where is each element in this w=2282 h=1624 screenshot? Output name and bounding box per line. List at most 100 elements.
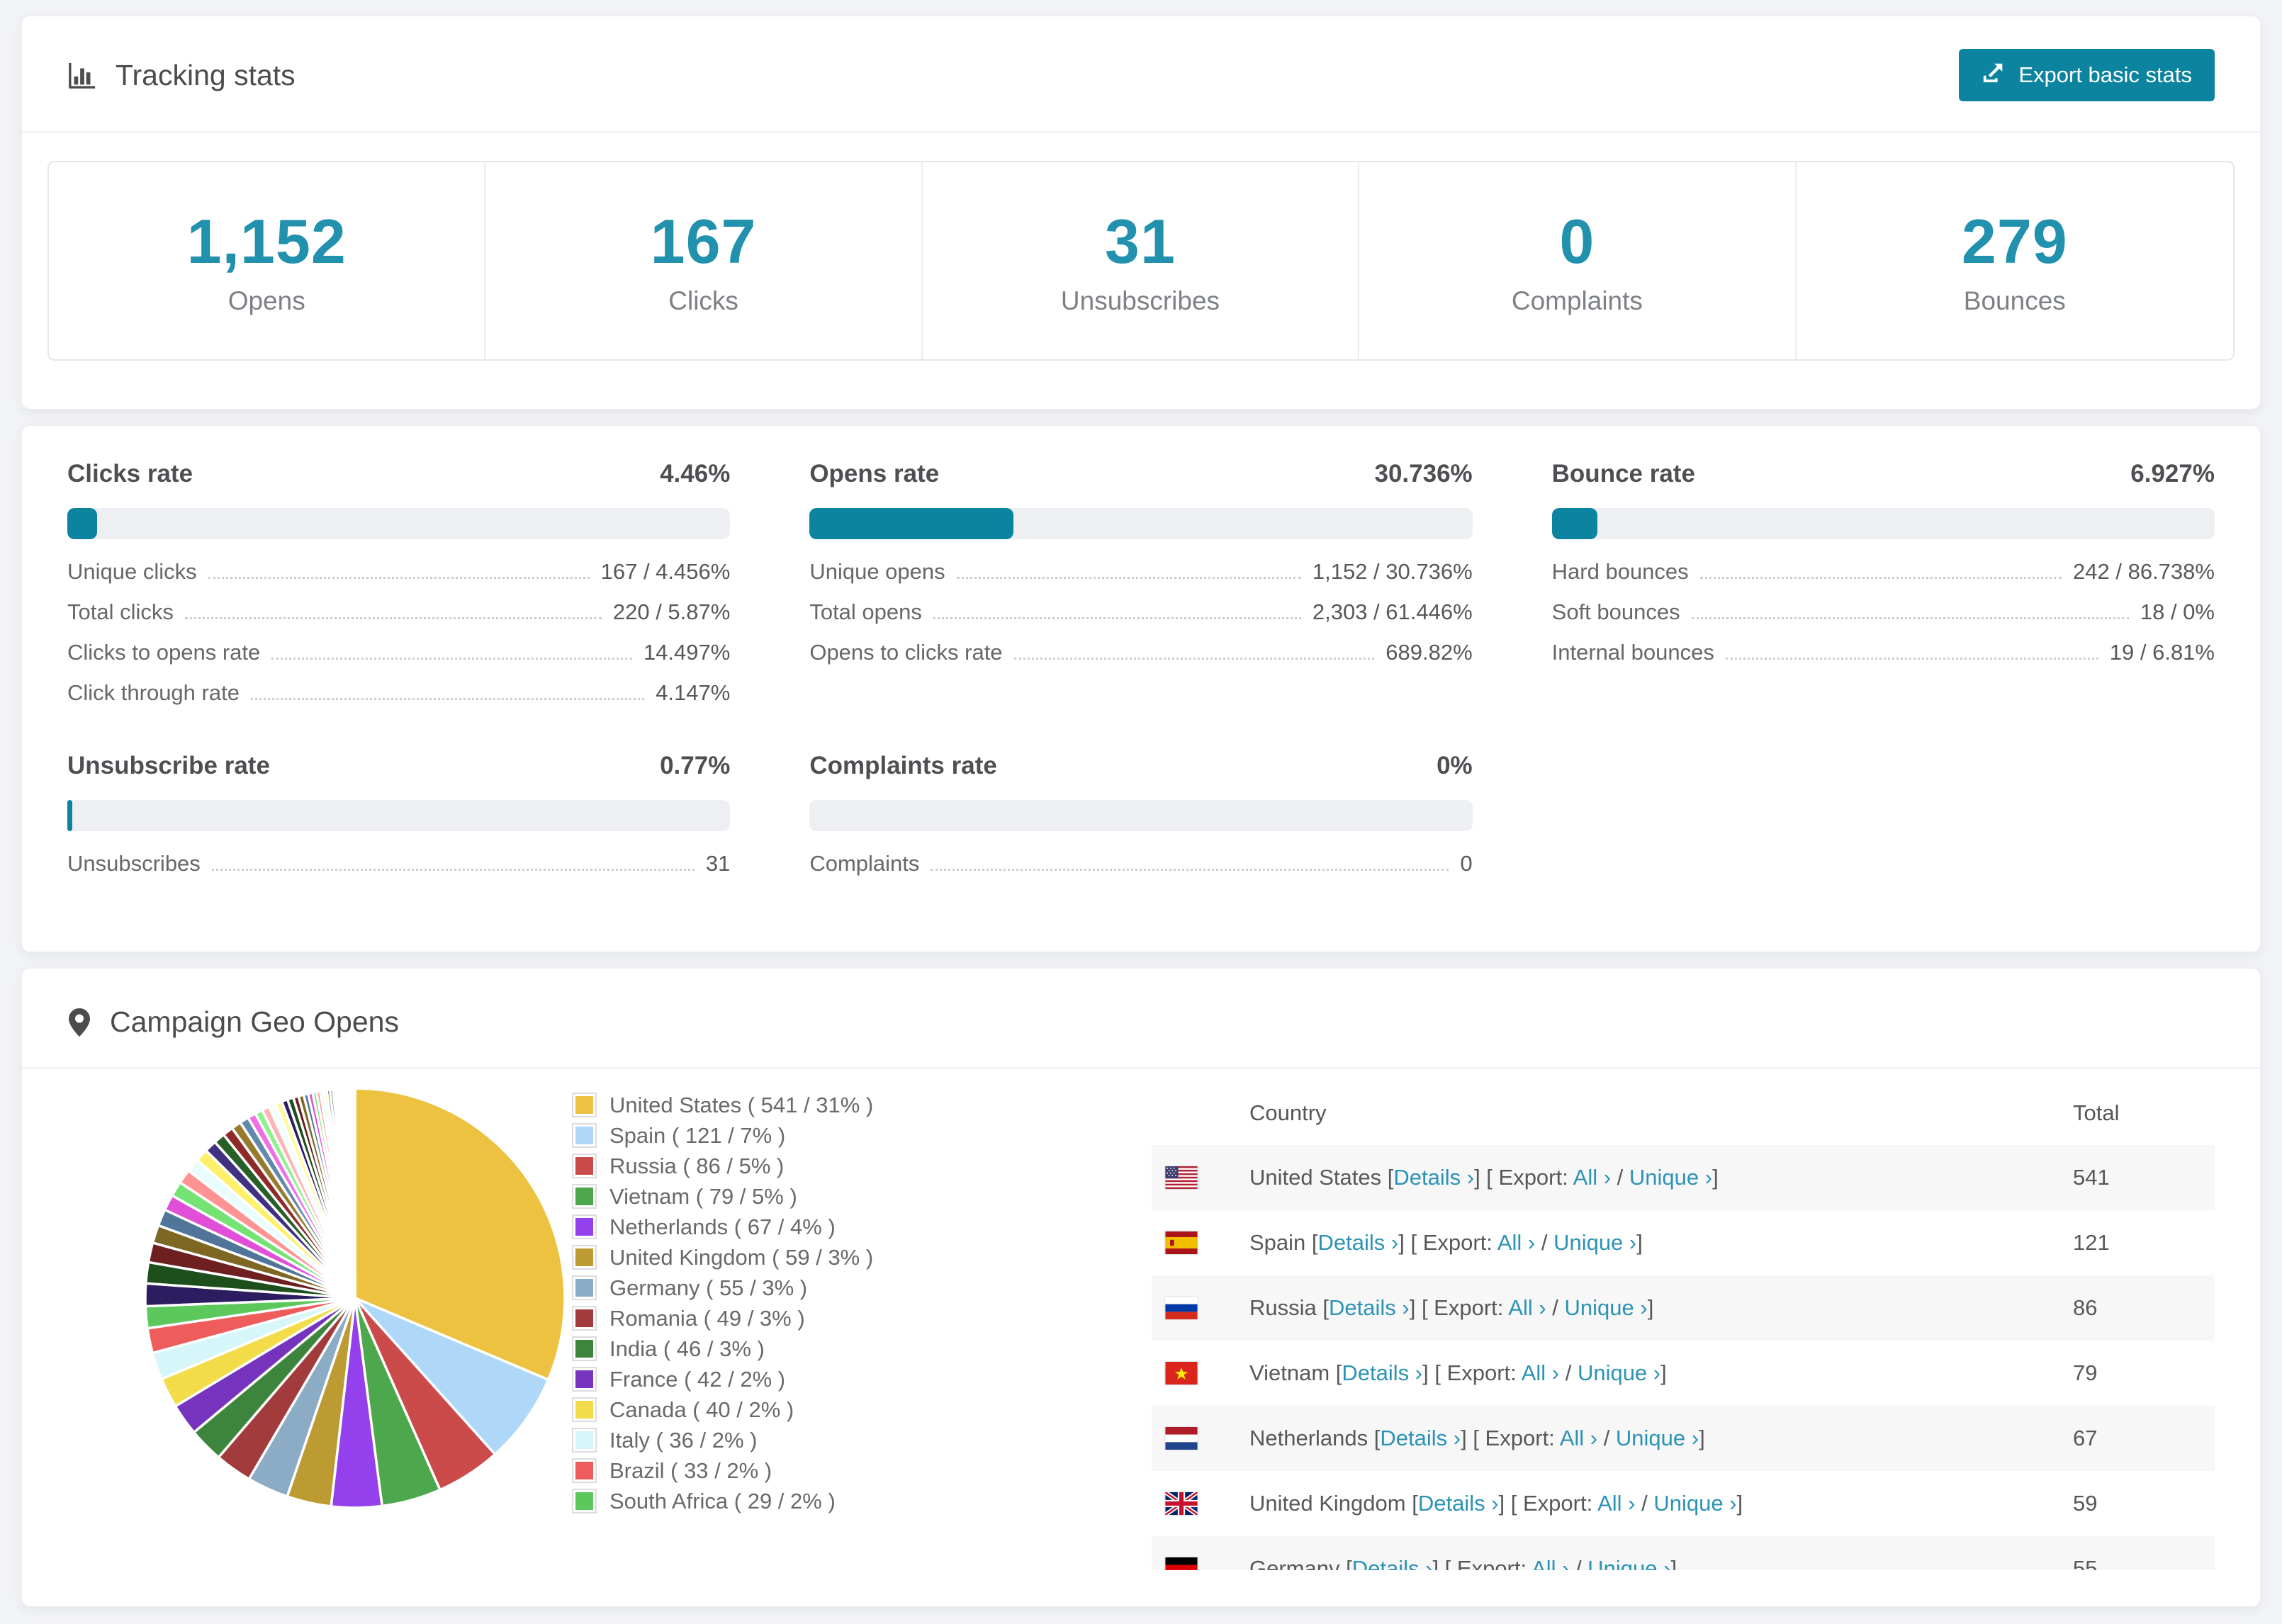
legend-swatch <box>572 1428 597 1453</box>
map-pin-icon <box>67 1007 91 1038</box>
legend-item: Romania ( 49 / 3% ) <box>572 1303 969 1333</box>
country-name: Vietnam <box>1249 1360 1330 1385</box>
details-link[interactable]: Details › <box>1342 1360 1422 1385</box>
legend-label: Canada ( 40 / 2% ) <box>609 1397 794 1422</box>
rate-metric-row: Total opens 2,303 / 61.446% <box>809 599 1472 640</box>
rate-metric-label: Hard bounces <box>1551 559 1689 584</box>
legend-item: Vietnam ( 79 / 5% ) <box>572 1181 969 1212</box>
geo-table-header-row: Country Total <box>1152 1081 2215 1145</box>
rate-block: Unsubscribe rate 0.77% Unsubscribes 31 <box>67 752 731 891</box>
details-link[interactable]: Details › <box>1380 1426 1461 1450</box>
rate-metric-row: Clicks to opens rate 14.497% <box>67 640 730 680</box>
country-cell: Netherlands [Details ›] [ Export: All › … <box>1249 1426 1705 1450</box>
rate-metric-row: Unique clicks 167 / 4.456% <box>67 559 730 599</box>
legend-item: United Kingdom ( 59 / 3% ) <box>572 1242 969 1273</box>
legend-label: Spain ( 121 / 7% ) <box>609 1122 786 1148</box>
export-unique-link[interactable]: Unique › <box>1578 1360 1660 1385</box>
country-flag-icon <box>1164 1166 1249 1190</box>
stat-label: Complaints <box>1511 286 1643 315</box>
stat-value: 279 <box>1961 206 2068 276</box>
rate-progress-track <box>67 508 731 539</box>
legend-swatch <box>572 1154 597 1178</box>
geo-table-row: Germany [Details ›] [ Export: All › / Un… <box>1152 1536 2215 1570</box>
legend-item: South Africa ( 29 / 2% ) <box>572 1486 969 1516</box>
dotted-leader <box>1013 658 1375 660</box>
legend-label: Italy ( 36 / 2% ) <box>609 1427 758 1453</box>
legend-label: Germany ( 55 / 3% ) <box>609 1275 808 1300</box>
dotted-leader <box>1725 658 2098 660</box>
rate-metric-label: Complaints <box>809 851 920 876</box>
country-name: Netherlands <box>1249 1426 1368 1450</box>
export-all-link[interactable]: All › <box>1573 1165 1611 1190</box>
country-total: 55 <box>2073 1556 2098 1570</box>
legend-swatch <box>572 1275 597 1300</box>
export-unique-link[interactable]: Unique › <box>1587 1556 1670 1570</box>
export-all-link[interactable]: All › <box>1508 1295 1546 1320</box>
tracking-stats-title-text: Tracking stats <box>116 58 296 91</box>
export-unique-link[interactable]: Unique › <box>1653 1491 1736 1516</box>
legend-swatch <box>572 1367 597 1392</box>
details-link[interactable]: Details › <box>1393 1165 1474 1190</box>
export-all-link[interactable]: All › <box>1560 1426 1597 1450</box>
export-all-link[interactable]: All › <box>1522 1360 1559 1385</box>
export-unique-link[interactable]: Unique › <box>1629 1165 1712 1190</box>
stat-cell: 279 Bounces <box>1797 162 2233 359</box>
rate-metric-label: Soft bounces <box>1551 599 1680 624</box>
geo-pie-chart <box>67 1081 572 1518</box>
legend-swatch <box>572 1306 597 1331</box>
geo-title-text: Campaign Geo Opens <box>110 1005 399 1038</box>
country-flag-icon <box>1164 1492 1249 1516</box>
details-link[interactable]: Details › <box>1318 1230 1399 1255</box>
rate-progress-track <box>1551 508 2215 539</box>
rate-metric-value: 0 <box>1460 851 1473 876</box>
country-cell: United Kingdom [Details ›] [ Export: All… <box>1249 1491 1743 1516</box>
rate-metric-value: 18 / 0% <box>2140 599 2215 624</box>
geo-header: Campaign Geo Opens <box>22 969 2260 1067</box>
country-cell: Spain [Details ›] [ Export: All › / Uniq… <box>1249 1230 1643 1255</box>
export-icon <box>1982 60 2006 90</box>
geo-table-row: Russia [Details ›] [ Export: All › / Uni… <box>1152 1275 2215 1341</box>
country-name: United Kingdom <box>1249 1491 1406 1516</box>
export-unique-link[interactable]: Unique › <box>1616 1426 1699 1450</box>
export-unique-link[interactable]: Unique › <box>1553 1230 1636 1255</box>
rate-value: 0.77% <box>660 752 731 779</box>
country-cell: Russia [Details ›] [ Export: All › / Uni… <box>1249 1295 1654 1320</box>
rate-metric-label: Internal bounces <box>1551 640 1714 665</box>
geo-table-row: Spain [Details ›] [ Export: All › / Uniq… <box>1152 1210 2215 1275</box>
export-all-link[interactable]: All › <box>1531 1556 1569 1570</box>
legend-label: United States ( 541 / 31% ) <box>609 1092 874 1117</box>
rate-metric-row: Unsubscribes 31 <box>67 851 730 891</box>
export-button-label: Export basic stats <box>2018 62 2192 87</box>
stat-label: Opens <box>227 286 305 315</box>
export-basic-stats-button[interactable]: Export basic stats <box>1959 49 2215 101</box>
rate-metric-row: Internal bounces 19 / 6.81% <box>1552 640 2215 680</box>
legend-item: Italy ( 36 / 2% ) <box>572 1425 969 1455</box>
export-all-link[interactable]: All › <box>1597 1491 1635 1516</box>
rate-metric-value: 220 / 5.87% <box>612 599 731 624</box>
rate-metric-row: Hard bounces 242 / 86.738% <box>1552 559 2215 599</box>
details-link[interactable]: Details › <box>1352 1556 1433 1570</box>
rate-metric-value: 2,303 / 61.446% <box>1312 599 1473 624</box>
legend-label: Russia ( 86 / 5% ) <box>609 1153 785 1178</box>
tracking-stats-title: Tracking stats <box>67 59 296 92</box>
rate-progress-track <box>67 800 731 831</box>
geo-table-total-header: Total <box>2073 1100 2120 1125</box>
details-link[interactable]: Details › <box>1329 1295 1410 1320</box>
stat-value: 1,152 <box>186 206 347 276</box>
country-name: United States <box>1249 1165 1382 1190</box>
export-all-link[interactable]: All › <box>1497 1230 1535 1255</box>
export-unique-link[interactable]: Unique › <box>1565 1295 1648 1320</box>
country-name: Germany <box>1249 1556 1340 1570</box>
country-total: 541 <box>2073 1165 2110 1190</box>
legend-swatch <box>572 1245 597 1270</box>
rate-metric-label: Total opens <box>809 599 922 624</box>
legend-item: France ( 42 / 2% ) <box>572 1364 969 1394</box>
rate-metric-label: Clicks to opens rate <box>67 640 261 665</box>
details-link[interactable]: Details › <box>1418 1491 1499 1516</box>
legend-swatch <box>572 1123 597 1148</box>
country-flag-icon <box>1164 1557 1249 1570</box>
rate-block: Bounce rate 6.927% Hard bounces 242 / 86… <box>1551 460 2215 721</box>
country-flag-icon <box>1164 1231 1249 1255</box>
rate-metric-value: 14.497% <box>643 640 731 665</box>
rate-metric-value: 689.82% <box>1386 640 1473 665</box>
